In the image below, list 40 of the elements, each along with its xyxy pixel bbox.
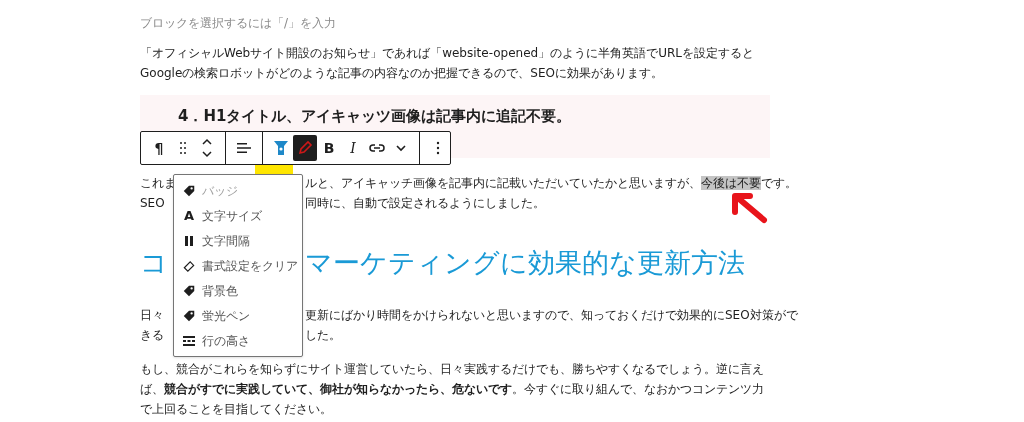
tag-icon <box>182 308 196 323</box>
line-height-icon <box>182 333 196 348</box>
block-input-field[interactable]: ブロックを選択するには「/」を入力 <box>140 13 770 33</box>
paragraph: 「オフィシャルWebサイト開設のお知らせ」であれば「website-opened」のように半角英語でURLを設定するとGoogleの検索ロボットがどのような記事の内容なのか把握できるので、SEOに効果があります。 <box>140 45 755 82</box>
eraser-icon <box>182 258 196 273</box>
paragraph-fragment: ルと、アイキャッチ画像を記事内に記載いただいていたかと思いますが、今後は不要です。 <box>305 175 797 192</box>
align-left-icon <box>236 141 252 155</box>
paragraph-fragment: した。 <box>305 327 341 344</box>
paragraph-fragment: これま <box>140 175 176 192</box>
arrow-annotation <box>730 192 768 224</box>
section-heading-fragment: コ <box>140 246 168 280</box>
drag-handle-icon <box>178 141 188 155</box>
paragraph-fragment: 同時に、自動で設定されるようにしました。 <box>305 195 545 212</box>
menu-item[interactable]: 文字間隔 <box>174 228 302 253</box>
heading-text: 4．H1タイトル、アイキャッツ画像は記事内に追記不要。 <box>178 106 573 127</box>
menu-item[interactable]: 背景色 <box>174 278 302 303</box>
tag-icon <box>182 283 196 298</box>
menu-item[interactable]: 行の高さ <box>174 328 302 353</box>
chevron-down-icon <box>395 144 407 152</box>
section-heading-fragment: マーケティングに効果的な更新方法 <box>305 246 745 280</box>
figure-icon <box>273 139 289 157</box>
bold-button[interactable]: B <box>317 135 341 161</box>
paragraph: もし、競合がこれらを知らずにサイト運営していたら、日々実践するだけでも、勝ちやすくなるでしょう。逆に言えば、競合がすでに実践していて、御社が知らなかったら、危ないです。今すぐに取り組んで、なおかつコンテンツ力で上回ることを目指してください。 <box>140 361 765 418</box>
paragraph-fragment: SEO <box>140 195 165 212</box>
pause-bars-icon <box>182 233 196 248</box>
paragraph-fragment: 日々 <box>140 307 164 324</box>
more-vertical-icon <box>436 141 440 155</box>
paragraph-fragment: きる <box>140 327 164 344</box>
highlighter-button[interactable] <box>293 135 317 161</box>
tag-icon <box>182 183 196 198</box>
paragraph-fragment: 更新にばかり時間をかけられないと思いますので、知っておくだけで効果的にSEO対策がで <box>305 307 798 324</box>
pencil-icon <box>297 140 313 156</box>
menu-item[interactable]: 蛍光ペン <box>174 303 302 328</box>
italic-button[interactable]: I <box>341 135 365 161</box>
link-icon <box>369 143 385 153</box>
paragraph-button[interactable]: ¶ <box>147 135 171 161</box>
up-down-icon <box>201 137 213 159</box>
letter-icon: A <box>182 205 196 226</box>
menu-item[interactable]: 書式設定をクリア <box>174 253 302 278</box>
menu-item[interactable]: A 文字サイズ <box>174 203 302 228</box>
